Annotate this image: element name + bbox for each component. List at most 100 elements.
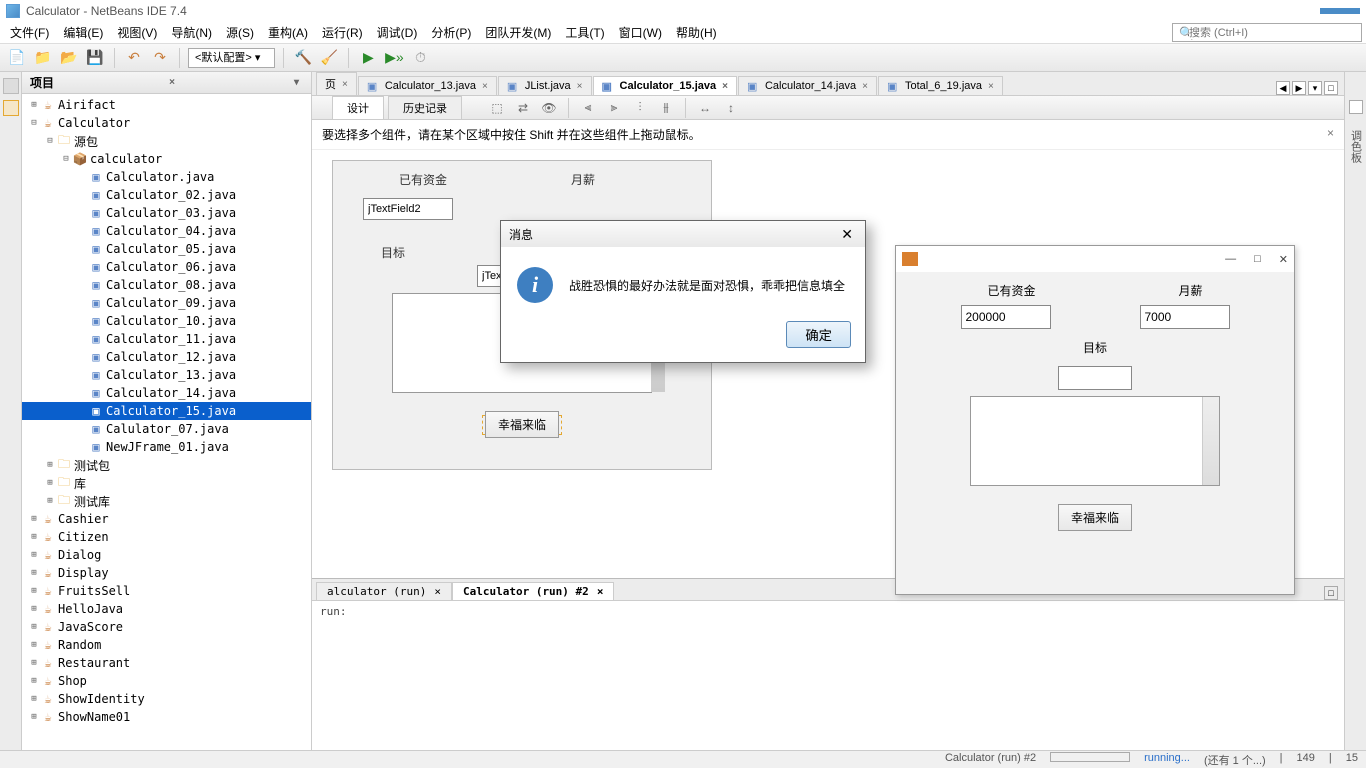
palette-tab[interactable]: 调色板 [1346,124,1366,169]
tree-file[interactable]: Calculator_04.java [106,224,236,238]
tree-file[interactable]: NewJFrame_01.java [106,440,229,454]
textfield-2[interactable] [363,198,453,220]
editor-tab-active[interactable]: ▣Calculator_15.java× [593,76,737,95]
tree-item[interactable]: 库 [74,475,86,492]
tree-item[interactable]: calculator [90,152,162,166]
close-icon[interactable]: × [722,81,728,92]
tab-prev-icon[interactable]: ◀ [1276,81,1290,95]
tree-item[interactable]: Restaurant [58,656,130,670]
editor-tab[interactable]: 页× [316,72,357,95]
tree-file[interactable]: Calulator_07.java [106,422,229,436]
panel-menu-icon[interactable]: ▾ [290,77,303,88]
output-tab-1[interactable]: alculator (run)× [316,582,452,600]
tree-item[interactable]: FruitsSell [58,584,130,598]
tree-item[interactable]: Airifact [58,98,116,112]
menu-tools[interactable]: 工具(T) [559,22,610,43]
menu-file[interactable]: 文件(F) [4,22,55,43]
status-more[interactable]: (还有 1 个...) [1204,752,1266,768]
editor-tab[interactable]: ▣Calculator_13.java× [358,76,497,95]
tree-item[interactable]: Citizen [58,530,109,544]
menu-debug[interactable]: 调试(D) [371,22,424,43]
save-all-button[interactable]: 💾 [84,47,106,69]
app-textarea[interactable] [970,396,1220,486]
tab-list-icon[interactable]: ▾ [1308,81,1322,95]
menu-help[interactable]: 帮助(H) [670,22,723,43]
align-top-icon[interactable]: ⫶ [629,98,651,118]
editor-tab[interactable]: ▣Calculator_14.java× [738,76,877,95]
tree-file[interactable]: Calculator_05.java [106,242,236,256]
tree-item[interactable]: ShowIdentity [58,692,145,706]
tree-item[interactable]: Cashier [58,512,109,526]
close-icon[interactable]: ✕ [837,226,857,243]
profile-button[interactable]: ⏱ [409,47,431,69]
hint-close-icon[interactable]: × [1327,126,1334,140]
connection-icon[interactable]: ⇄ [512,98,534,118]
dialog-titlebar[interactable]: 消息 ✕ [501,221,865,247]
tree-item[interactable]: ShowName01 [58,710,130,724]
tree-item[interactable]: Dialog [58,548,101,562]
search-box[interactable]: 🔍 [1172,23,1362,42]
gutter-btn-1[interactable] [3,78,19,94]
happiness-button[interactable]: 幸福来临 [485,411,559,438]
menu-nav[interactable]: 导航(N) [165,22,218,43]
resize-v-icon[interactable]: ↕ [720,98,742,118]
menu-window[interactable]: 窗口(W) [613,22,668,43]
close-icon[interactable]: × [434,585,441,598]
close-icon[interactable]: × [988,81,994,92]
tree-file[interactable]: Calculator_02.java [106,188,236,202]
undo-button[interactable]: ↶ [123,47,145,69]
menu-refactor[interactable]: 重构(A) [262,22,314,43]
output-tab-2[interactable]: Calculator (run) #2× [452,582,614,600]
tab-design[interactable]: 设计 [332,96,384,120]
tree-item[interactable]: Display [58,566,109,580]
app-target-input[interactable] [1058,366,1132,390]
app-happiness-button[interactable]: 幸福来临 [1058,504,1132,531]
output-body[interactable]: run: [312,601,1344,750]
tree-item[interactable]: HelloJava [58,602,123,616]
project-tree[interactable]: ⊞☕Airifact ⊟☕Calculator ⊟🗀源包 ⊟📦calculato… [22,94,311,728]
tree-file[interactable]: Calculator_08.java [106,278,236,292]
run-button[interactable]: ▶ [357,47,379,69]
menu-run[interactable]: 运行(R) [316,22,369,43]
close-icon[interactable]: ✕ [1279,253,1288,266]
tab-next-icon[interactable]: ▶ [1292,81,1306,95]
clean-build-button[interactable]: 🧹 [318,47,340,69]
resize-h-icon[interactable]: ↔ [694,98,716,118]
menu-analyze[interactable]: 分析(P) [425,22,477,43]
menu-team[interactable]: 团队开发(M) [479,22,557,43]
tree-file[interactable]: Calculator_14.java [106,386,236,400]
new-project-button[interactable]: 📁 [32,47,54,69]
window-controls[interactable] [1320,8,1360,14]
align-center-icon[interactable]: ⫸ [603,98,625,118]
tree-item[interactable]: Shop [58,674,87,688]
tree-item[interactable]: 测试库 [74,493,110,510]
maximize-icon[interactable]: □ [1254,253,1261,266]
tree-file[interactable]: Calculator_09.java [106,296,236,310]
tree-file[interactable]: Calculator_11.java [106,332,236,346]
debug-button[interactable]: ▶» [383,47,405,69]
tree-file[interactable]: Calculator.java [106,170,214,184]
minimize-icon[interactable]: — [1225,253,1236,266]
tree-item[interactable]: JavaScore [58,620,123,634]
redo-button[interactable]: ↷ [149,47,171,69]
tree-file[interactable]: Calculator_06.java [106,260,236,274]
tree-file[interactable]: Calculator_13.java [106,368,236,382]
tree-item[interactable]: 测试包 [74,457,110,474]
app-salary-input[interactable] [1140,305,1230,329]
align-bottom-icon[interactable]: ⫵ [655,98,677,118]
maximize-icon[interactable]: □ [1324,81,1338,95]
restore-icon[interactable] [1349,100,1363,114]
close-icon[interactable]: × [577,81,583,92]
tree-item[interactable]: Calculator [58,116,130,130]
new-file-button[interactable]: 📄 [6,47,28,69]
build-button[interactable]: 🔨 [292,47,314,69]
close-icon[interactable]: × [862,81,868,92]
editor-tab[interactable]: ▣JList.java× [498,76,592,95]
preview-icon[interactable]: 👁 [538,98,560,118]
java-app-titlebar[interactable]: — □ ✕ [896,246,1294,272]
search-input[interactable] [1189,27,1349,39]
tree-file[interactable]: Calculator_03.java [106,206,236,220]
tree-file[interactable]: Calculator_10.java [106,314,236,328]
menu-view[interactable]: 视图(V) [111,22,163,43]
menu-source[interactable]: 源(S) [220,22,260,43]
